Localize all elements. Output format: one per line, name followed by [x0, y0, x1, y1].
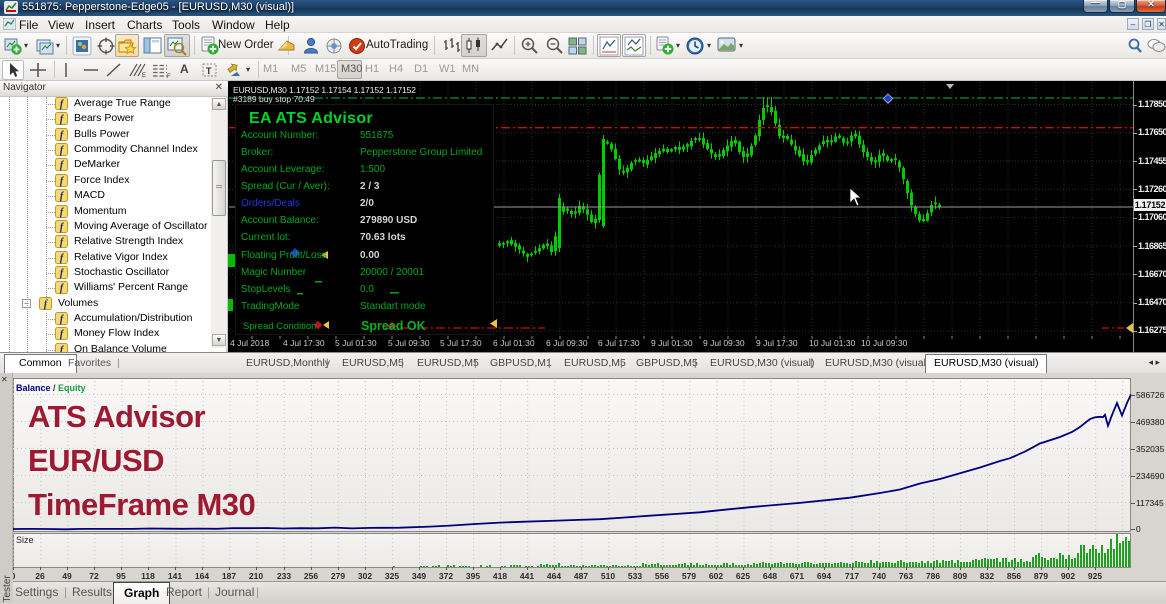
svg-text:Tester: Tester — [2, 575, 13, 603]
